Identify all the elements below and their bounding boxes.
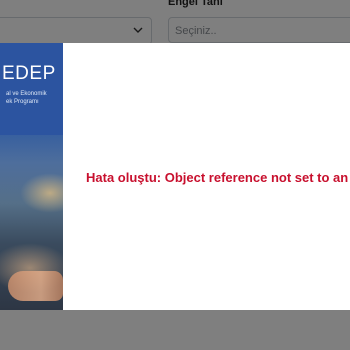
modal-content: Hata oluştu: Object reference not set to… xyxy=(63,43,350,310)
error-message: Hata oluştu: Object reference not set to… xyxy=(86,170,350,185)
brand-logo-text: EDEP xyxy=(2,63,56,84)
error-modal: EDEP al ve Ekonomik ek Programı Hata olu… xyxy=(0,43,350,310)
brand-tagline-line1: al ve Ekonomik xyxy=(6,91,47,97)
modal-side-image: EDEP al ve Ekonomik ek Programı xyxy=(0,43,63,310)
brand-tagline-line2: ek Programı xyxy=(6,99,39,105)
